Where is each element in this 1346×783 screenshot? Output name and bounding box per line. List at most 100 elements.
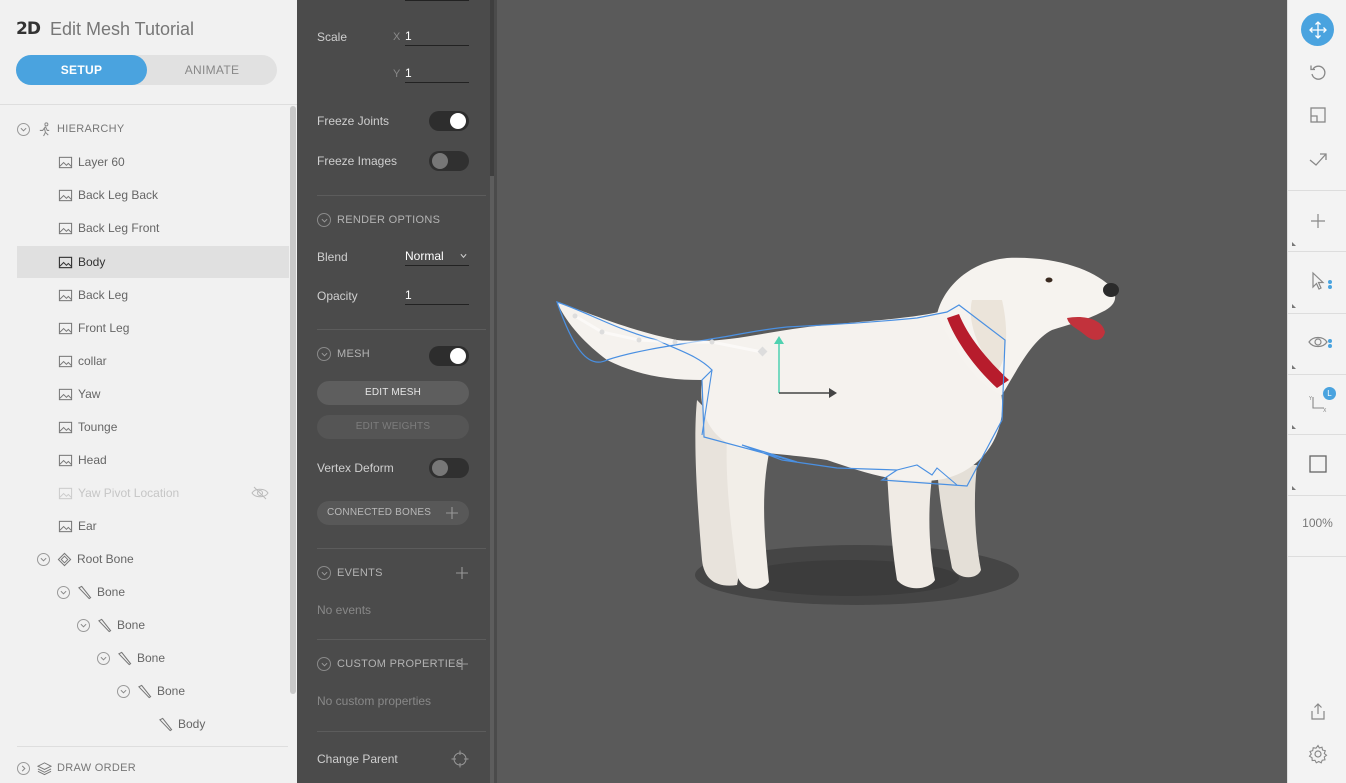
hierarchy-item-bone[interactable]: Bone [17, 576, 289, 608]
hierarchy-item[interactable]: Yaw [17, 378, 289, 410]
translate-tool-button[interactable] [1288, 137, 1346, 181]
visibility-option-dot [1328, 339, 1332, 343]
chevron-down-icon[interactable] [37, 552, 50, 566]
image-icon [57, 320, 73, 336]
add-icon[interactable] [445, 506, 459, 520]
render-options-header[interactable]: RENDER OPTIONS [317, 213, 440, 227]
bone-joint[interactable] [636, 337, 642, 343]
chevron-down-icon [460, 253, 467, 259]
eye-off-icon[interactable] [251, 485, 269, 501]
setup-mode-button[interactable]: SETUP [16, 55, 147, 85]
freeze-joints-toggle[interactable] [429, 111, 469, 131]
animate-mode-button[interactable]: ANIMATE [147, 55, 277, 85]
settings-button[interactable] [1288, 732, 1346, 776]
events-header[interactable]: EVENTS [317, 566, 383, 580]
hierarchy-header[interactable]: HIERARCHY [17, 113, 289, 145]
bone-joint[interactable] [709, 339, 715, 345]
hierarchy-item[interactable]: Tounge [17, 411, 289, 443]
export-button[interactable] [1288, 690, 1346, 734]
opacity-input[interactable]: 1 [405, 287, 469, 305]
hierarchy-item-label: Front Leg [78, 321, 130, 335]
bone-joint[interactable] [672, 339, 678, 345]
toolbar-divider [1288, 556, 1346, 557]
bone-joint[interactable] [572, 313, 578, 319]
hierarchy-item-bone[interactable]: Bone [17, 675, 289, 707]
chevron-down-icon[interactable] [317, 566, 331, 580]
connected-bones-label: CONNECTED BONES [327, 507, 432, 518]
edit-weights-button[interactable]: EDIT WEIGHTS [317, 415, 469, 439]
chevron-down-icon[interactable] [97, 651, 110, 665]
freeze-images-toggle[interactable] [429, 151, 469, 171]
hierarchy-item-bone[interactable]: Body [17, 708, 289, 740]
right-toolbar: YX L 100% [1287, 0, 1346, 783]
add-event-icon[interactable] [455, 566, 469, 580]
stage-canvas[interactable] [497, 0, 1287, 783]
custom-properties-header[interactable]: CUSTOM PROPERTIES [317, 657, 463, 671]
frame-icon [1308, 455, 1327, 473]
chevron-down-icon[interactable] [117, 684, 130, 698]
toolbar-divider [1288, 313, 1346, 314]
chevron-down-icon[interactable] [317, 213, 331, 227]
bone-icon [157, 716, 173, 732]
hierarchy-item[interactable]: Back Leg Back [17, 179, 289, 211]
toggle-knob [450, 113, 466, 129]
hierarchy-item[interactable]: Front Leg [17, 312, 289, 344]
properties-scrollbar[interactable] [490, 176, 494, 783]
chevron-right-icon[interactable] [17, 761, 30, 775]
hierarchy-item-label: collar [78, 354, 107, 368]
hierarchy-item[interactable]: Back Leg Front [17, 212, 289, 244]
events-title: EVENTS [337, 567, 383, 579]
hierarchy-item-bone[interactable]: Bone [17, 642, 289, 674]
chevron-down-icon[interactable] [57, 585, 70, 599]
select-tool-button[interactable] [1288, 259, 1346, 303]
svg-text:Y: Y [1308, 396, 1313, 402]
previous-field[interactable] [405, 0, 469, 1]
chevron-down-icon[interactable] [17, 122, 30, 136]
connected-bones-button[interactable]: CONNECTED BONES [317, 501, 469, 525]
chevron-down-icon[interactable] [317, 347, 331, 361]
chevron-down-icon[interactable] [77, 618, 90, 632]
axis-space-button[interactable]: YX [1288, 381, 1346, 425]
visibility-tool-button[interactable] [1288, 320, 1346, 364]
hierarchy-item-label: Yaw [78, 387, 101, 401]
hierarchy-item-root-bone[interactable]: Root Bone [17, 543, 289, 575]
rotate-tool-button[interactable] [1288, 50, 1346, 94]
vertex-deform-toggle[interactable] [429, 458, 469, 478]
crosshair-target-icon[interactable] [451, 750, 469, 768]
mode-toggle: SETUP ANIMATE [16, 55, 277, 85]
divider [0, 104, 297, 105]
bone-joint[interactable] [599, 329, 605, 335]
add-custom-property-icon[interactable] [455, 657, 469, 671]
zoom-level[interactable]: 100% [1288, 516, 1346, 530]
hierarchy-item[interactable]: Back Leg [17, 279, 289, 311]
scale-y-input[interactable]: 1 [405, 65, 469, 83]
divider [317, 195, 486, 196]
edit-mesh-button[interactable]: EDIT MESH [317, 381, 469, 405]
scale-x-input[interactable]: 1 [405, 28, 469, 46]
draw-order-header[interactable]: DRAW ORDER [17, 752, 289, 783]
toggle-knob [432, 460, 448, 476]
mesh-toggle[interactable] [429, 346, 469, 366]
scale-tool-button[interactable] [1288, 93, 1346, 137]
hierarchy-scrollbar[interactable] [290, 106, 296, 694]
blend-select[interactable]: Normal [405, 248, 469, 266]
tool-flyout-indicator [1292, 242, 1296, 246]
hierarchy-item-selected[interactable]: Body [17, 246, 289, 278]
hierarchy-item-bone[interactable]: Bone [17, 609, 289, 641]
mesh-header[interactable]: MESH [317, 347, 370, 361]
move-tool-button[interactable] [1288, 8, 1346, 52]
draw-order-title: DRAW ORDER [57, 762, 136, 774]
hierarchy-item[interactable]: Head [17, 444, 289, 476]
hierarchy-item[interactable]: collar [17, 345, 289, 377]
add-tool-button[interactable] [1288, 199, 1346, 243]
hierarchy-item[interactable]: Layer 60 [17, 146, 289, 178]
frame-tool-button[interactable] [1288, 442, 1346, 486]
toolbar-divider [1288, 434, 1346, 435]
hierarchy-item-hidden[interactable]: Yaw Pivot Location [17, 477, 289, 509]
move-icon [1308, 21, 1327, 39]
chevron-down-icon[interactable] [317, 657, 331, 671]
hierarchy-item[interactable]: Ear [17, 510, 289, 542]
translate-arrow-icon [1309, 153, 1327, 166]
image-icon [57, 419, 73, 435]
layers-icon [36, 760, 52, 776]
